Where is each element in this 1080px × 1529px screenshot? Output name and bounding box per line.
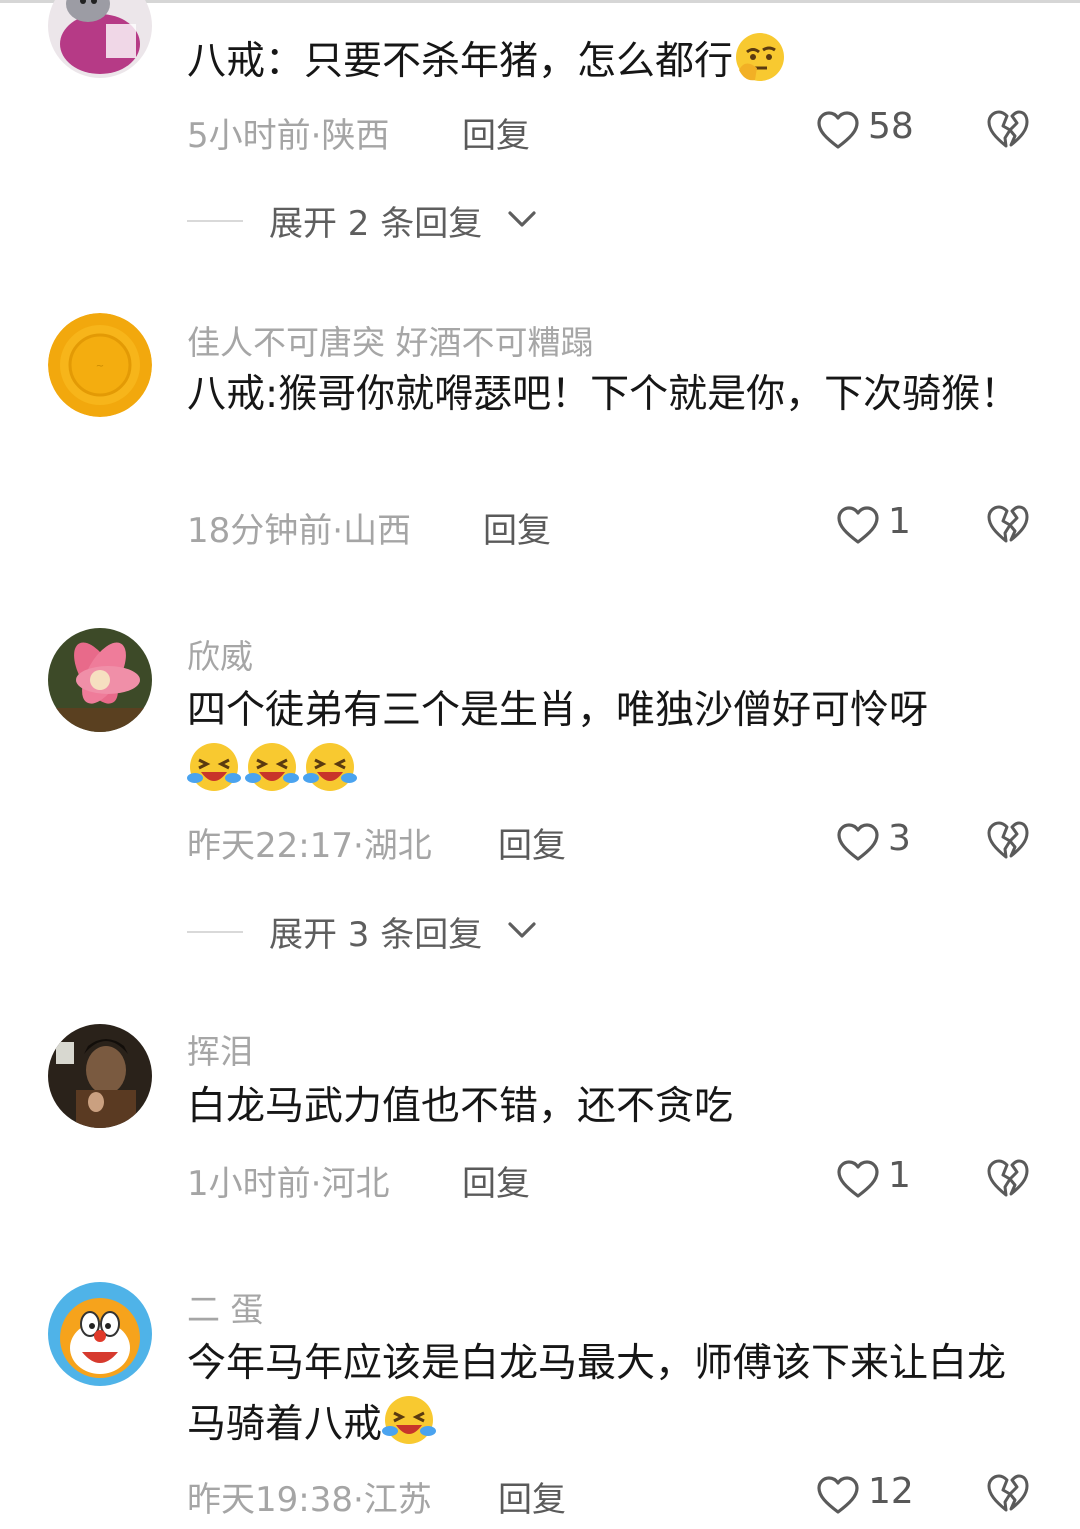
- reply-button[interactable]: 回复: [498, 818, 566, 867]
- like-button[interactable]: 1: [836, 1155, 966, 1203]
- like-button[interactable]: 3: [836, 818, 966, 866]
- comment-text: 八戒:猴哥你就嘚瑟吧！下个就是你，下次骑猴！: [187, 372, 1020, 417]
- dislike-button[interactable]: [986, 819, 1030, 863]
- heart-outline-icon: [817, 111, 859, 149]
- like-count: 58: [868, 106, 914, 147]
- avatar[interactable]: [48, 1024, 152, 1128]
- like-button[interactable]: 58: [816, 106, 946, 154]
- chevron-down-icon: [508, 922, 536, 938]
- comment-username[interactable]: 挥泪: [187, 1025, 253, 1073]
- heart-outline-icon: [817, 1476, 859, 1514]
- avatar[interactable]: [48, 0, 152, 78]
- avatar[interactable]: [48, 1282, 152, 1386]
- emoji-row: [187, 740, 361, 794]
- comment-text: 四个徒弟有三个是生肖，唯独沙僧好可怜呀: [187, 688, 929, 733]
- dislike-button[interactable]: [986, 503, 1030, 547]
- avatar[interactable]: ~: [48, 313, 152, 417]
- like-count: 1: [888, 501, 911, 542]
- comment-time-location: 5小时前·陕西: [187, 116, 390, 156]
- thinking-emoji-icon: [733, 30, 787, 84]
- expand-replies-button[interactable]: 展开 2 条回复: [187, 196, 587, 246]
- comment-time-location: 18分钟前·山西: [187, 511, 412, 551]
- svg-text:~: ~: [96, 361, 104, 372]
- divider: [187, 220, 243, 222]
- divider: [187, 931, 243, 933]
- expand-replies-label: 展开 2 条回复: [269, 204, 483, 244]
- broken-heart-icon: [987, 505, 1029, 543]
- crying-laughing-emoji-icon: [245, 740, 299, 794]
- broken-heart-icon: [987, 110, 1029, 148]
- comment-text: 八戒：只要不杀年猪，怎么都行: [187, 30, 1037, 91]
- reply-button[interactable]: 回复: [483, 503, 551, 552]
- like-button[interactable]: 1: [836, 501, 966, 549]
- heart-outline-icon: [837, 823, 879, 861]
- crying-laughing-emoji-icon: [303, 740, 357, 794]
- comment-username[interactable]: 欣威: [187, 630, 253, 678]
- broken-heart-icon: [987, 1159, 1029, 1197]
- comment-username[interactable]: 佳人不可唐突 好酒不可糟蹋: [187, 316, 594, 364]
- like-button[interactable]: 12: [816, 1471, 946, 1519]
- crying-laughing-emoji-icon: [187, 740, 241, 794]
- like-count: 12: [868, 1471, 914, 1512]
- dislike-button[interactable]: [986, 108, 1030, 152]
- expand-replies-button[interactable]: 展开 3 条回复: [187, 907, 587, 957]
- crying-laughing-emoji-icon: [382, 1393, 437, 1447]
- comment-text: 今年马年应该是白龙马最大，师傅该下来让白龙马骑着八戒: [187, 1341, 1007, 1447]
- reply-button[interactable]: 回复: [498, 1472, 566, 1521]
- reply-button[interactable]: 回复: [462, 108, 530, 157]
- heart-outline-icon: [837, 506, 879, 544]
- avatar[interactable]: [48, 628, 152, 732]
- broken-heart-icon: [987, 1474, 1029, 1512]
- comment-username[interactable]: 二 蛋: [187, 1283, 264, 1331]
- comment-time-location: 1小时前·河北: [187, 1164, 390, 1204]
- expand-replies-label: 展开 3 条回复: [269, 915, 483, 955]
- comment-time-location: 昨天22:17·湖北: [187, 826, 432, 866]
- comment-text: 白龙马武力值也不错，还不贪吃: [187, 1084, 734, 1129]
- like-count: 1: [888, 1155, 911, 1196]
- dislike-button[interactable]: [986, 1472, 1030, 1516]
- broken-heart-icon: [987, 821, 1029, 859]
- like-count: 3: [888, 818, 911, 859]
- reply-button[interactable]: 回复: [462, 1156, 530, 1205]
- dislike-button[interactable]: [986, 1157, 1030, 1201]
- comment-time-location: 昨天19:38·江苏: [187, 1480, 432, 1520]
- chevron-down-icon: [508, 211, 536, 227]
- top-divider: [0, 0, 1080, 3]
- heart-outline-icon: [837, 1160, 879, 1198]
